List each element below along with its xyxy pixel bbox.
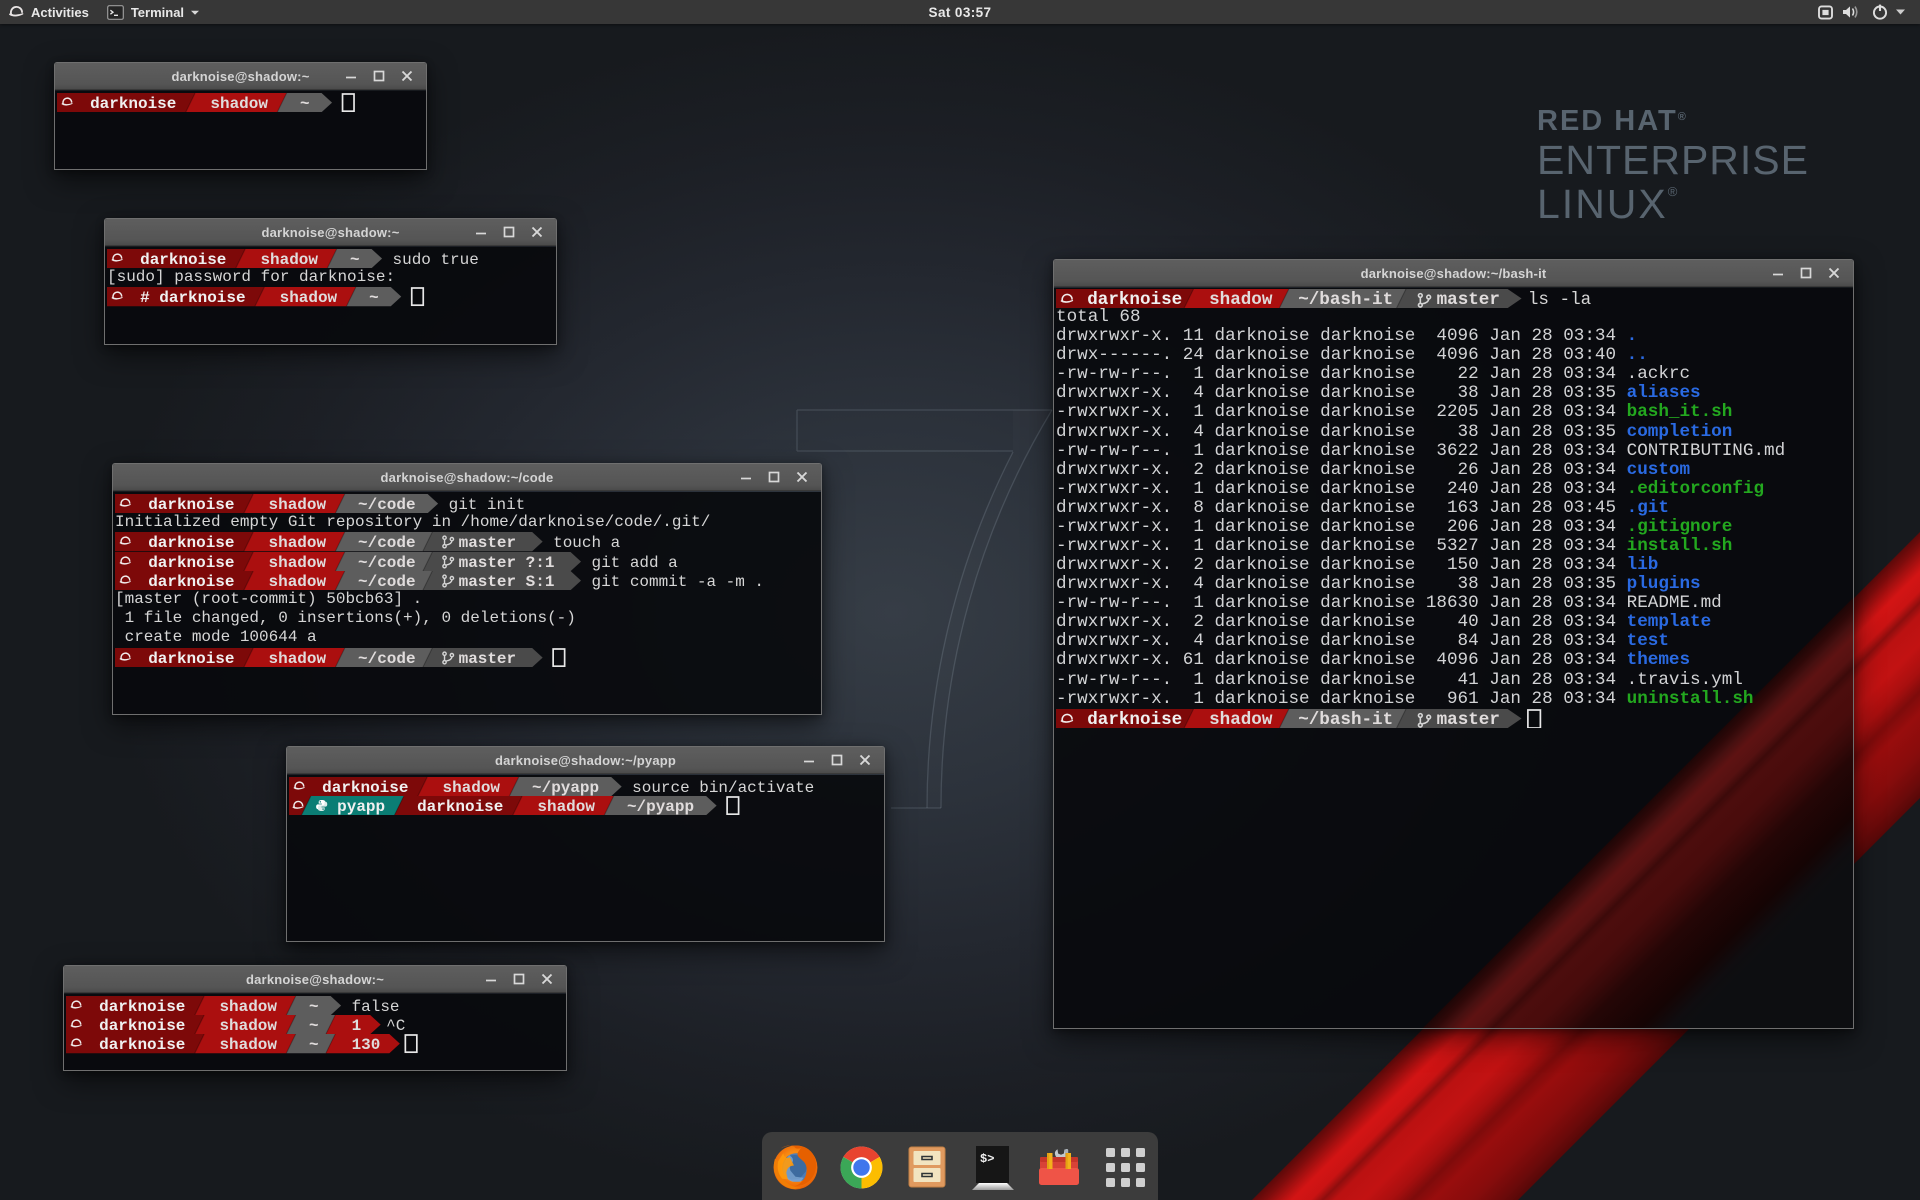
svg-text:master: master (1437, 710, 1500, 728)
svg-text:~: ~ (300, 95, 310, 112)
svg-text:darknoise: darknoise (1087, 710, 1182, 728)
svg-text:^C: ^C (386, 1017, 405, 1034)
svg-text:~: ~ (369, 289, 379, 306)
svg-text:git add a: git add a (592, 553, 679, 570)
svg-text:master: master (459, 534, 517, 551)
svg-text:1: 1 (352, 1017, 362, 1034)
svg-text:shadow: shadow (210, 95, 268, 112)
svg-text:~: ~ (309, 1017, 319, 1034)
svg-text:shadow: shadow (269, 649, 327, 666)
svg-text:~/bash-it: ~/bash-it (1298, 290, 1393, 308)
svg-text:shadow: shadow (219, 1017, 277, 1034)
svg-text:git commit -a -m .: git commit -a -m . (592, 573, 764, 590)
svg-text:darknoise: darknoise (1087, 290, 1182, 308)
svg-text:~/pyapp: ~/pyapp (627, 798, 694, 815)
svg-text:darknoise: darknoise (322, 779, 408, 796)
svg-text:shadow: shadow (280, 289, 338, 306)
svg-text:darknoise: darknoise (148, 534, 234, 551)
svg-text:$>: $> (980, 1152, 994, 1166)
svg-text:shadow: shadow (219, 1036, 277, 1053)
svg-text:shadow: shadow (269, 553, 327, 570)
svg-text:source bin/activate: source bin/activate (632, 779, 814, 796)
svg-text:master: master (1437, 290, 1500, 308)
svg-text:~: ~ (350, 251, 360, 268)
svg-text:~/code: ~/code (358, 573, 416, 590)
svg-text:~/code: ~/code (358, 553, 416, 570)
svg-text:darknoise: darknoise (140, 251, 226, 268)
svg-text:darknoise: darknoise (90, 95, 176, 112)
svg-text:shadow: shadow (269, 573, 327, 590)
svg-text:touch a: touch a (553, 534, 620, 551)
svg-text:darknoise: darknoise (148, 553, 234, 570)
svg-text:~/code: ~/code (358, 649, 416, 666)
svg-text:shadow: shadow (537, 798, 595, 815)
svg-text:pyapp: pyapp (337, 798, 385, 815)
svg-text:darknoise: darknoise (417, 798, 503, 815)
svg-text:darknoise: darknoise (148, 649, 234, 666)
svg-text:shadow: shadow (442, 779, 500, 796)
svg-text:false: false (352, 998, 400, 1015)
svg-text:shadow: shadow (219, 998, 277, 1015)
svg-text:~/pyapp: ~/pyapp (532, 779, 599, 796)
svg-text:# darknoise: # darknoise (140, 289, 245, 306)
svg-text:shadow: shadow (1209, 290, 1273, 308)
svg-text:ls -la: ls -la (1528, 290, 1591, 308)
svg-text:master: master (459, 649, 517, 666)
svg-text:darknoise: darknoise (99, 1017, 185, 1034)
svg-text:sudo true: sudo true (393, 251, 479, 268)
svg-text:shadow: shadow (260, 251, 318, 268)
svg-text:darknoise: darknoise (148, 573, 234, 590)
svg-text:master ?:1: master ?:1 (459, 553, 555, 570)
svg-text:git init: git init (449, 496, 526, 513)
svg-text:~/code: ~/code (358, 534, 416, 551)
svg-text:darknoise: darknoise (148, 496, 234, 513)
svg-text:~: ~ (309, 1036, 319, 1053)
svg-text:darknoise: darknoise (99, 1036, 185, 1053)
svg-text:130: 130 (352, 1036, 381, 1053)
svg-text:~/bash-it: ~/bash-it (1298, 710, 1393, 728)
svg-text:shadow: shadow (269, 496, 327, 513)
svg-text:shadow: shadow (1209, 710, 1273, 728)
svg-text:~: ~ (309, 998, 319, 1015)
svg-text:shadow: shadow (269, 534, 327, 551)
svg-text:master S:1: master S:1 (459, 573, 555, 590)
svg-text:darknoise: darknoise (99, 998, 185, 1015)
svg-text:~/code: ~/code (358, 496, 416, 513)
